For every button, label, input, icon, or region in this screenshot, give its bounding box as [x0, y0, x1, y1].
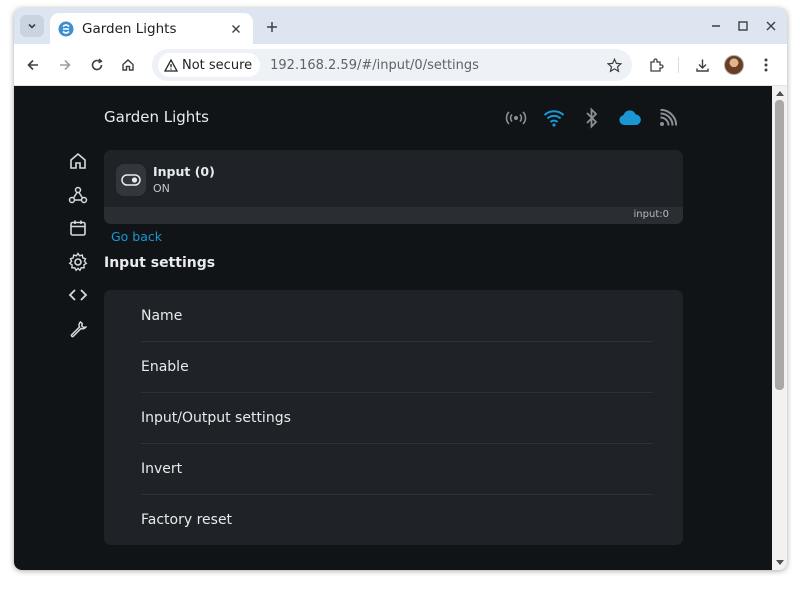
tab-close-icon[interactable]: [225, 18, 247, 40]
settings-item-factory-reset[interactable]: Factory reset: [141, 494, 653, 545]
page-scrollbar[interactable]: [772, 86, 787, 570]
go-back-link[interactable]: Go back: [111, 229, 162, 244]
shelly-favicon-icon: [58, 21, 74, 37]
cloud-icon[interactable]: [618, 106, 642, 130]
url-text[interactable]: 192.168.2.59/#/input/0/settings: [270, 58, 600, 73]
settings-item-invert[interactable]: Invert: [141, 443, 653, 494]
arrow-right-icon: [60, 59, 71, 71]
settings-item-name[interactable]: Name: [141, 290, 653, 341]
nav-settings-gear-icon[interactable]: [67, 251, 89, 273]
extensions-button[interactable]: [642, 51, 670, 79]
close-window-button[interactable]: [761, 16, 781, 36]
chevron-down-icon: [28, 23, 36, 29]
security-label: Not secure: [182, 57, 253, 73]
close-icon: [766, 21, 776, 31]
browser-menu-button[interactable]: [752, 51, 780, 79]
nav-calendar-icon[interactable]: [67, 217, 89, 239]
warning-triangle-icon: [164, 58, 178, 72]
home-icon: [122, 59, 134, 71]
tab-garden-lights[interactable]: Garden Lights: [50, 13, 253, 44]
side-nav: [67, 150, 89, 351]
tab-search-button[interactable]: [20, 15, 44, 37]
maximize-button[interactable]: [733, 16, 753, 36]
settings-item-label: Name: [141, 307, 183, 324]
arrow-left-icon: [27, 59, 38, 71]
settings-item-label: Enable: [141, 359, 189, 375]
nav-wrench-icon[interactable]: [67, 318, 89, 340]
download-icon: [695, 59, 709, 72]
scroll-down-icon[interactable]: [775, 559, 784, 567]
input-card[interactable]: Input (0) ON input:0: [104, 150, 683, 224]
status-icons: [504, 106, 694, 130]
address-bar[interactable]: Not secure 192.168.2.59/#/input/0/settin…: [152, 49, 632, 81]
nav-webhooks-icon[interactable]: [67, 184, 89, 206]
bluetooth-icon[interactable]: [580, 106, 604, 130]
wifi-ap-icon[interactable]: [504, 106, 528, 130]
nav-code-icon[interactable]: [67, 284, 89, 306]
plus-icon: [267, 22, 277, 32]
minimize-button[interactable]: [706, 16, 726, 36]
profile-avatar[interactable]: [724, 55, 744, 75]
minimize-icon: [712, 25, 720, 27]
settings-list: Name Enable Input/Output settings Invert…: [104, 290, 683, 545]
scroll-thumb[interactable]: [775, 100, 784, 390]
home-button[interactable]: [114, 51, 142, 79]
settings-item-enable[interactable]: Enable: [141, 341, 653, 392]
new-tab-button[interactable]: [260, 15, 284, 39]
settings-item-label: Invert: [141, 461, 183, 477]
input-card-footer: input:0: [104, 207, 683, 224]
toolbar-divider: [678, 57, 679, 73]
settings-item-io-settings[interactable]: Input/Output settings: [141, 392, 653, 443]
section-title: Input settings: [104, 255, 216, 271]
settings-item-label: Input/Output settings: [141, 410, 291, 426]
browser-toolbar: Not secure 192.168.2.59/#/input/0/settin…: [14, 44, 787, 86]
puzzle-icon: [649, 57, 664, 72]
reload-icon: [91, 58, 103, 71]
browser-window: Garden Lights Not secure 192.168.2.59/#/…: [14, 8, 787, 570]
downloads-button[interactable]: [688, 51, 716, 79]
toggle-switch-icon[interactable]: [116, 164, 146, 196]
wifi-icon[interactable]: [542, 106, 566, 130]
tab-title: Garden Lights: [82, 20, 177, 37]
app-title: Garden Lights: [104, 108, 209, 126]
star-icon: [606, 57, 622, 73]
forward-button[interactable]: [51, 51, 79, 79]
bookmark-star-button[interactable]: [600, 51, 628, 79]
back-button[interactable]: [19, 51, 47, 79]
security-chip[interactable]: Not secure: [158, 53, 261, 77]
rss-icon[interactable]: [656, 106, 680, 130]
input-state: ON: [153, 182, 170, 195]
reload-button[interactable]: [83, 51, 111, 79]
input-name: Input (0): [153, 164, 215, 179]
maximize-icon: [738, 21, 748, 31]
page-viewport: Garden Lights Input (0) ON input:0 Go ba…: [14, 86, 772, 570]
kebab-menu-icon: [764, 58, 768, 72]
nav-home-icon[interactable]: [67, 150, 89, 172]
input-id: input:0: [633, 209, 669, 220]
scroll-up-icon[interactable]: [775, 89, 784, 97]
settings-item-label: Factory reset: [141, 512, 233, 528]
tab-strip: Garden Lights: [14, 8, 787, 44]
